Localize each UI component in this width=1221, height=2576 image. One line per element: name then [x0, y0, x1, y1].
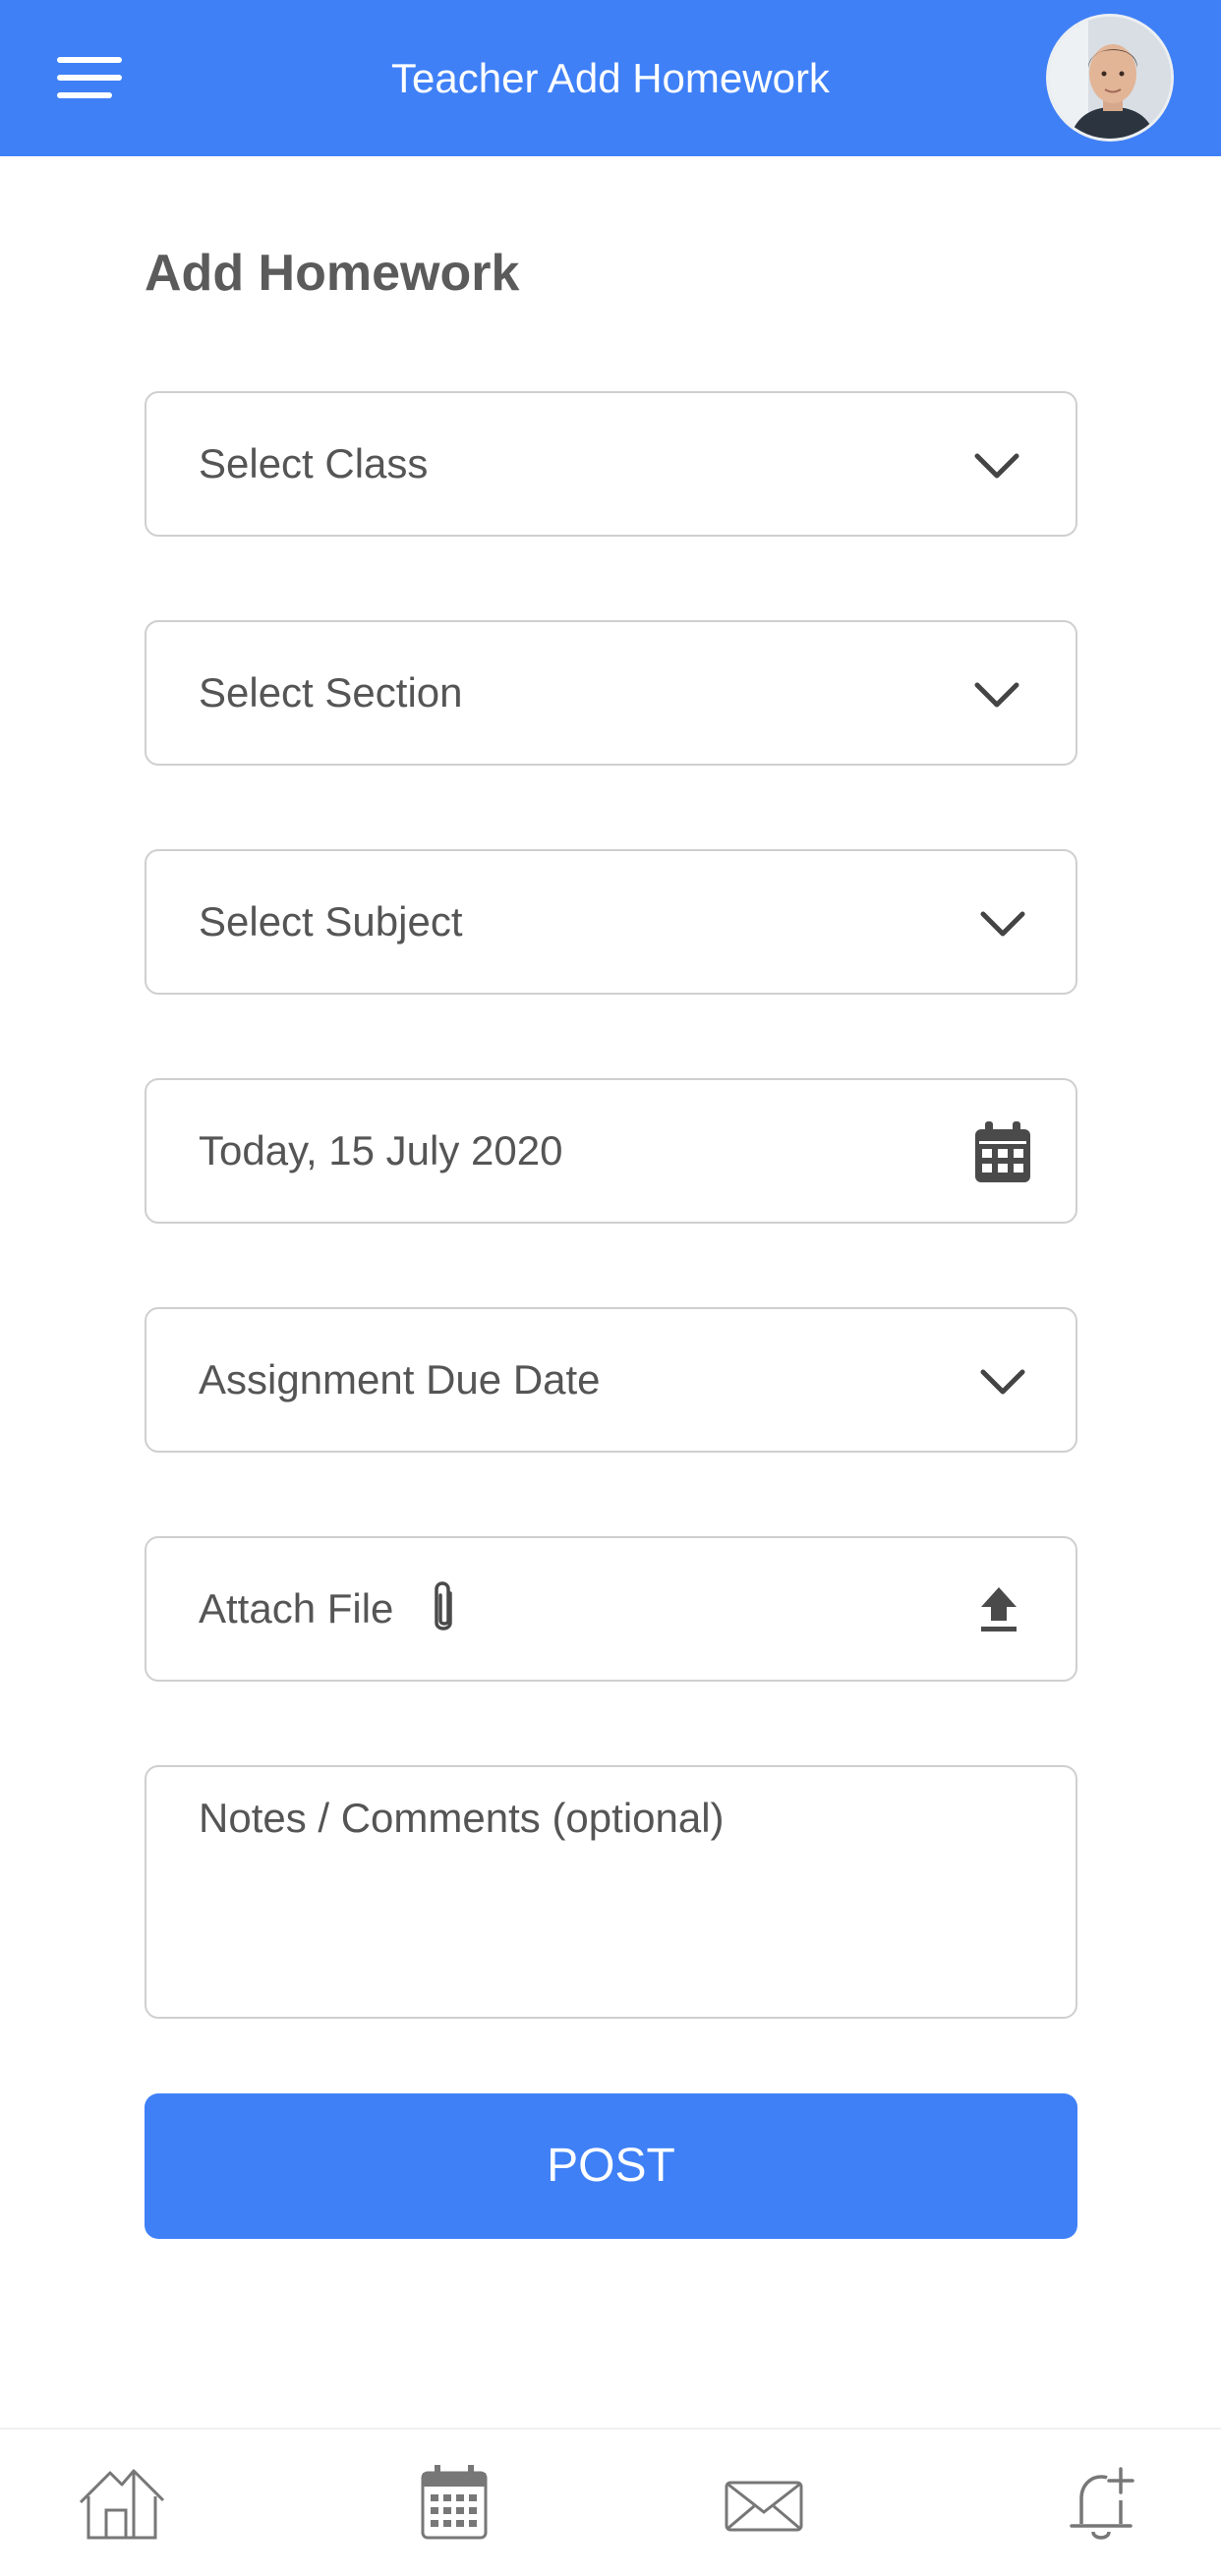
- avatar[interactable]: [1046, 14, 1174, 142]
- subject-select-placeholder: Select Subject: [199, 898, 463, 945]
- calendar-icon[interactable]: [971, 1119, 1034, 1186]
- due-date-placeholder: Assignment Due Date: [199, 1356, 601, 1402]
- section-select[interactable]: Select Section: [145, 620, 1077, 766]
- chevron-down-icon: [967, 665, 1026, 724]
- mail-icon[interactable]: [715, 2459, 813, 2547]
- paperclip-icon: [427, 1579, 460, 1638]
- due-date-select[interactable]: Assignment Due Date: [145, 1307, 1077, 1453]
- attach-file-field[interactable]: Attach File: [145, 1536, 1077, 1682]
- date-field[interactable]: Today, 15 July 2020: [145, 1078, 1077, 1224]
- class-select[interactable]: Select Class: [145, 391, 1077, 537]
- chevron-down-icon: [973, 1352, 1032, 1411]
- notes-placeholder: Notes / Comments (optional): [199, 1795, 725, 1841]
- bell-add-icon[interactable]: [1052, 2459, 1150, 2547]
- subject-select[interactable]: Select Subject: [145, 849, 1077, 995]
- chevron-down-icon: [973, 894, 1032, 953]
- bottom-nav: [0, 2428, 1221, 2576]
- page-title: Add Homework: [145, 245, 520, 302]
- notes-textarea[interactable]: Notes / Comments (optional): [145, 1765, 1077, 2019]
- section-select-placeholder: Select Section: [199, 669, 463, 716]
- post-button[interactable]: POST: [145, 2093, 1077, 2239]
- chevron-down-icon: [967, 436, 1026, 495]
- home-icon[interactable]: [73, 2459, 171, 2547]
- upload-icon[interactable]: [977, 1583, 1020, 1634]
- date-value: Today, 15 July 2020: [199, 1127, 563, 1174]
- class-select-placeholder: Select Class: [199, 440, 429, 487]
- app-header: Teacher Add Homework: [0, 0, 1221, 156]
- header-title: Teacher Add Homework: [391, 55, 830, 101]
- calendar-icon[interactable]: [405, 2459, 503, 2547]
- attach-file-label: Attach File: [199, 1585, 394, 1631]
